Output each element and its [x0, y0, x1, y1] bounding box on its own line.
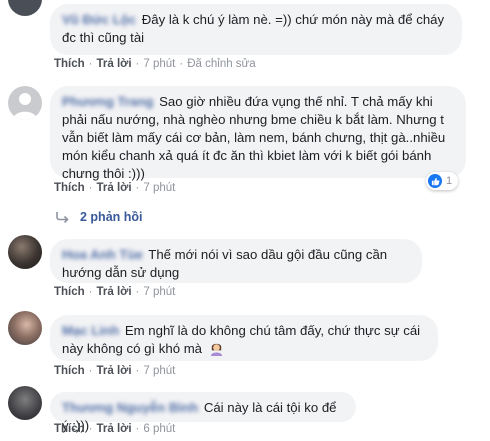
reply-link[interactable]: Trả lời — [97, 286, 132, 298]
like-link[interactable]: Thích — [54, 182, 85, 194]
woman-shrugging-emoji — [210, 343, 222, 356]
comment-bubble: Hoa Anh Tùe Thế mới nói vì sao dầu gội đ… — [50, 239, 422, 283]
commenter-avatar[interactable] — [8, 386, 42, 420]
comment-bubble: Mạc Linh Em nghĩ là do không chú tâm đấy… — [50, 315, 438, 361]
commenter-avatar[interactable] — [8, 311, 42, 345]
comment-author[interactable]: Hoa Anh Tùe — [62, 246, 143, 264]
like-link[interactable]: Thích — [54, 286, 85, 298]
comment-time[interactable]: 7 phút — [143, 58, 175, 70]
comment-actions: Thích · Trả lời · 6 phút — [54, 423, 176, 435]
view-replies-link[interactable]: 2 phản hồi — [56, 210, 143, 224]
comment-author[interactable]: Vũ Đức Lộc — [62, 11, 136, 29]
comment-bubble: Vũ Đức Lộc Đây là k chú ý làm nè. =)) ch… — [50, 4, 462, 55]
comment-actions: Thích · Trả lời · 7 phút — [54, 182, 176, 194]
commenter-avatar[interactable] — [8, 0, 42, 16]
reply-link[interactable]: Trả lời — [97, 423, 132, 435]
comment-actions: Thích · Trả lời · 7 phút — [54, 286, 176, 298]
comment-time[interactable]: 7 phút — [143, 182, 175, 194]
like-reaction-icon — [428, 174, 442, 188]
reply-arrow-icon — [56, 212, 69, 223]
like-link[interactable]: Thích — [54, 423, 85, 435]
reaction-count[interactable]: 1 — [426, 172, 459, 190]
reply-link[interactable]: Trả lời — [97, 58, 132, 70]
like-link[interactable]: Thích — [54, 58, 85, 70]
comment-time[interactable]: 7 phút — [143, 286, 175, 298]
default-avatar-icon — [13, 93, 37, 120]
commenter-avatar[interactable] — [8, 235, 42, 269]
comment-bubble: Phương Trang Sao giờ nhiều đứa vụng thế … — [50, 86, 466, 181]
comment-time[interactable]: 6 phút — [143, 423, 175, 435]
comment-time[interactable]: 7 phút — [143, 365, 175, 377]
comment-actions: Thích · Trả lời · 7 phút · Đã chỉnh sửa — [54, 58, 256, 70]
comment-author[interactable]: Thương Nguyễn Bình — [62, 399, 198, 417]
comment-author[interactable]: Mạc Linh — [62, 322, 119, 340]
replies-count-label: 2 phản hồi — [80, 210, 143, 224]
reply-link[interactable]: Trả lời — [97, 182, 132, 194]
like-link[interactable]: Thích — [54, 365, 85, 377]
reply-link[interactable]: Trả lời — [97, 365, 132, 377]
comment-bubble: Thương Nguyễn Bình Cái này là cái tội ko… — [50, 392, 356, 433]
commenter-avatar[interactable] — [8, 86, 42, 120]
reaction-count-value: 1 — [446, 175, 453, 187]
comment-actions: Thích · Trả lời · 7 phút — [54, 365, 176, 377]
comment-author[interactable]: Phương Trang — [62, 93, 153, 111]
edited-label[interactable]: Đã chỉnh sửa — [187, 58, 255, 70]
